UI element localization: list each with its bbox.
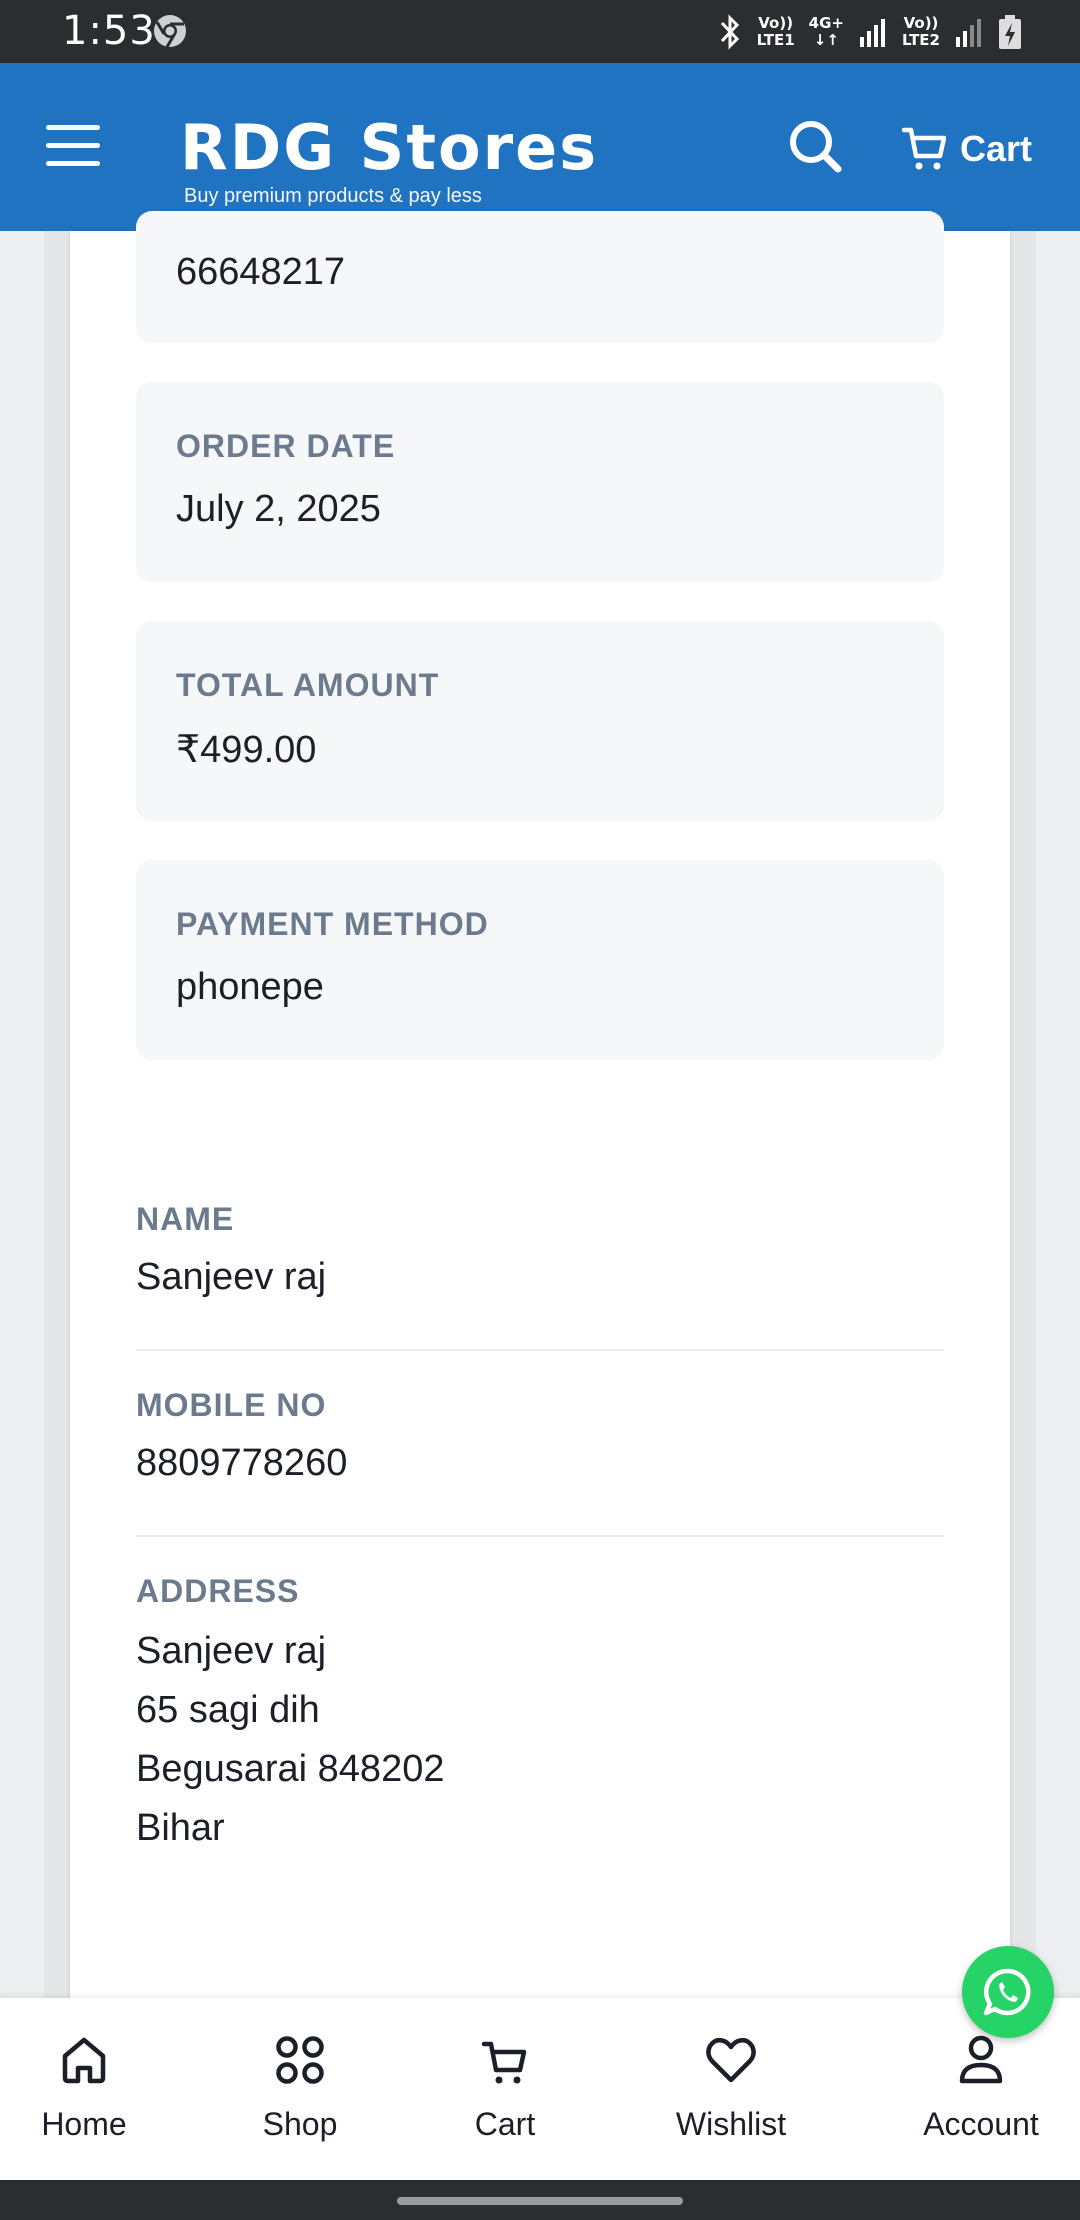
customer-mobile: MOBILE NO 8809778260 [136,1387,944,1485]
header-cart-label: Cart [960,128,1033,169]
sim1-volte: Vo)) LTE1 [756,14,795,49]
page-gutter-left [44,231,70,2001]
total-amount-value: ₹499.00 [176,729,317,771]
data-indicator: 4G+ ↓↑ [808,14,844,49]
nav-label: Shop [262,2106,338,2142]
chrome-icon [154,15,186,48]
whatsapp-chat-button[interactable] [962,1946,1054,2038]
nav-label: Cart [474,2106,536,2142]
menu-icon [46,125,100,130]
menu-button[interactable] [46,125,100,167]
signal-icon [956,19,981,47]
order-date-value: July 2, 2025 [176,488,381,530]
total-amount-box: TOTAL AMOUNT ₹499.00 [136,621,944,821]
brand-title: RDG Stores [180,111,599,184]
address-label: ADDRESS [136,1573,300,1609]
address-line: Sanjeev raj [136,1630,327,1672]
status-time: 1:53 [62,8,156,54]
name-value: Sanjeev raj [136,1256,327,1298]
nav-label: Home [41,2106,127,2142]
home-icon [62,2037,106,2084]
signal-icon [860,19,885,47]
brand-logo[interactable]: RDG Stores Buy premium products & pay le… [180,115,598,208]
status-icons: Vo)) LTE1 4G+ ↓↑ Vo)) LTE2 [717,10,1022,54]
order-date-box: ORDER DATE July 2, 2025 [136,382,944,582]
order-detail-card: 66648217 ORDER DATE July 2, 2025 TOTAL A… [70,211,1010,2001]
sim2-volte: Vo)) LTE2 [902,14,940,49]
nav-home[interactable]: Home [36,2034,132,2143]
payment-method-box: PAYMENT METHOD phonepe [136,860,944,1060]
home-gesture-handle[interactable] [397,2197,683,2205]
search-button[interactable] [786,117,846,177]
header-cart-button[interactable]: Cart [902,121,1032,177]
whatsapp-icon [983,1968,1031,2016]
order-date-label: ORDER DATE [176,428,396,464]
system-gesture-bar [0,2180,1080,2220]
grid-dots-icon [276,2036,324,2084]
nav-wishlist[interactable]: Wishlist [666,2034,796,2143]
bluetooth-icon [720,14,739,50]
nav-shop[interactable]: Shop [250,2034,350,2143]
nav-cart[interactable]: Cart [460,2034,550,2143]
name-label: NAME [136,1201,235,1237]
nav-label: Wishlist [675,2106,787,2142]
mobile-label: MOBILE NO [136,1387,327,1423]
nav-account[interactable]: Account [916,2034,1046,2143]
search-icon [790,121,842,173]
address-line: Bihar [136,1807,225,1849]
status-bar: 1:53 Vo)) LTE1 4G+ ↓↑ Vo)) LTE2 [0,0,1080,63]
app-header: RDG Stores Buy premium products & pay le… [0,63,1080,231]
cart-icon [902,127,946,170]
total-amount-label: TOTAL AMOUNT [176,667,440,703]
mobile-value: 8809778260 [136,1442,348,1484]
order-number-box: 66648217 [136,211,944,343]
cart-icon [481,2041,527,2084]
battery-charging-icon [999,15,1021,49]
customer-address: ADDRESS Sanjeev raj 65 sagi dih Begusara… [136,1573,944,1858]
address-value: Sanjeev raj 65 sagi dih Begusarai 848202… [136,1622,944,1858]
user-icon [959,2035,1003,2084]
bottom-navigation: Home Shop Cart Wishlist Account [0,1998,1080,2180]
page-gutter-right [1010,231,1036,2001]
heart-icon [706,2037,756,2083]
divider [136,1349,944,1351]
brand-tagline: Buy premium products & pay less [184,185,482,207]
address-line: 65 sagi dih [136,1689,320,1731]
payment-method-label: PAYMENT METHOD [176,906,489,942]
divider [136,1535,944,1537]
order-number-value: 66648217 [176,251,346,293]
customer-name: NAME Sanjeev raj [136,1201,944,1299]
nav-label: Account [923,2106,1039,2142]
payment-method-value: phonepe [176,966,324,1008]
address-line: Begusarai 848202 [136,1748,445,1790]
